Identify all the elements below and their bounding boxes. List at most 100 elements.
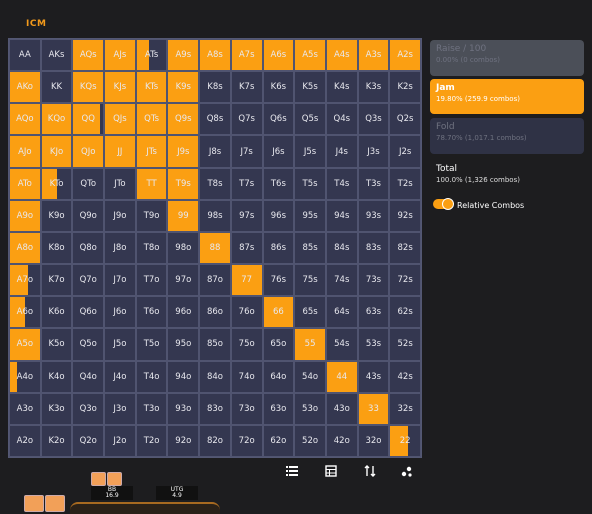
hand-cell[interactable]: KJs [104,71,136,104]
hand-cell[interactable]: 99 [167,199,200,232]
hand-cell[interactable]: 63o [262,392,295,425]
hand-cell[interactable]: 65s [294,296,326,329]
hand-cell[interactable]: ATs [135,39,168,72]
scatter-icon[interactable] [400,465,414,479]
seat-utg[interactable]: UTG 4.9 [156,486,198,500]
hand-cell[interactable]: A4o [9,360,41,393]
hand-cell[interactable]: 52o [294,424,326,457]
hand-cell[interactable]: J9o [104,199,136,232]
hand-cell[interactable]: 92o [167,424,200,457]
hand-cell[interactable]: 77 [230,264,263,297]
hand-cell[interactable]: 73o [230,392,263,425]
icm-tab[interactable]: ICM [26,19,46,29]
hand-cell[interactable]: A6o [9,296,41,329]
hand-cell[interactable]: 95s [294,199,326,232]
hand-cell[interactable]: J8s [199,135,231,168]
list-icon[interactable] [285,465,299,479]
seat-bb[interactable]: BB 16.9 [91,486,133,500]
hand-cell[interactable]: 76o [230,296,263,329]
hand-cell[interactable]: 44 [325,360,358,393]
hand-cell[interactable]: T4s [325,167,358,200]
hand-cell[interactable]: 83s [357,231,390,265]
hand-cell[interactable]: 73s [357,264,390,297]
hand-cell[interactable]: K9s [167,71,200,104]
hand-cell[interactable]: Q9o [72,199,105,232]
hand-cell[interactable]: Q2o [72,424,105,457]
hand-cell[interactable]: 84o [199,360,231,393]
hand-cell[interactable]: 42o [325,424,358,457]
hand-cell[interactable]: QJo [72,135,105,168]
hand-cell[interactable]: Q3o [72,392,105,425]
hand-cell[interactable]: 82o [199,424,231,457]
hand-cell[interactable]: 87s [230,231,263,265]
hand-cell[interactable]: 32s [389,392,421,425]
hand-cell[interactable]: T5o [135,328,168,361]
hand-cell[interactable]: A3s [357,39,390,72]
hand-cell[interactable]: Q3s [357,103,390,136]
hand-cell[interactable]: T7s [230,167,263,200]
hand-cell[interactable]: T3s [357,167,390,200]
hand-cell[interactable]: J4o [104,360,136,393]
hand-cell[interactable]: 92s [389,199,421,232]
hand-cell[interactable]: 53s [357,328,390,361]
hand-range-grid[interactable]: AA AKs AQs AJs ATs A9s A8s A7s A6s A5s A4s A3s A2s AK… [8,38,422,458]
sort-icon[interactable] [363,465,377,479]
hand-cell[interactable]: T4o [135,360,168,393]
hand-cell[interactable]: A7o [9,264,41,297]
hand-cell[interactable]: 55 [294,328,326,361]
hand-cell[interactable]: 66 [262,296,295,329]
hand-cell[interactable]: 62s [389,296,421,329]
hand-cell[interactable]: K4s [325,71,358,104]
hand-cell[interactable]: K5s [294,71,326,104]
hand-cell[interactable]: K3o [40,392,73,425]
hand-cell[interactable]: 64o [262,360,295,393]
hand-cell[interactable]: J5s [294,135,326,168]
hand-cell[interactable]: J9s [167,135,200,168]
hand-cell[interactable]: 33 [357,392,390,425]
hand-cell[interactable]: K7o [40,264,73,297]
hand-cell[interactable]: K7s [230,71,263,104]
hand-cell[interactable]: J5o [104,328,136,361]
hand-cell[interactable]: J8o [104,231,136,265]
hand-cell[interactable]: QQ [72,103,105,136]
hand-cell[interactable]: 94s [325,199,358,232]
hand-cell[interactable]: 93o [167,392,200,425]
hand-cell[interactable]: J4s [325,135,358,168]
hand-cell[interactable]: 75s [294,264,326,297]
hand-cell[interactable]: K2s [389,71,421,104]
hand-cell[interactable]: 74s [325,264,358,297]
hand-cell[interactable]: A6s [262,39,295,72]
hand-cell[interactable]: J2s [389,135,421,168]
hand-cell[interactable]: J6o [104,296,136,329]
hand-cell[interactable]: 53o [294,392,326,425]
hand-cell[interactable]: Q2s [389,103,421,136]
hand-cell[interactable]: 96s [262,199,295,232]
hand-cell[interactable]: K8s [199,71,231,104]
hand-cell[interactable]: 97o [167,264,200,297]
hand-cell[interactable]: J7s [230,135,263,168]
hand-cell[interactable]: 43o [325,392,358,425]
hand-cell[interactable]: Q6o [72,296,105,329]
hand-cell[interactable]: K6o [40,296,73,329]
hand-cell[interactable]: 52s [389,328,421,361]
hand-cell[interactable]: AKo [9,71,41,104]
hand-cell[interactable]: A8s [199,39,231,72]
hand-cell[interactable]: 86o [199,296,231,329]
hand-cell[interactable]: K3s [357,71,390,104]
relative-combos-toggle[interactable] [433,198,454,210]
hand-cell[interactable]: 88 [199,231,231,265]
hand-cell[interactable]: AQo [9,103,41,136]
hand-cell[interactable]: AJs [104,39,136,72]
hand-cell[interactable]: Q7s [230,103,263,136]
hand-cell[interactable]: 54o [294,360,326,393]
hand-cell[interactable]: KQo [40,103,73,136]
hand-cell[interactable]: QTo [72,167,105,200]
hand-cell[interactable]: T9s [167,167,200,200]
hand-cell[interactable]: Q5o [72,328,105,361]
hand-cell[interactable]: K8o [40,231,73,265]
hand-cell[interactable]: T7o [135,264,168,297]
hand-cell[interactable]: A2o [9,424,41,457]
hand-cell[interactable]: 32o [357,424,390,457]
hand-cell[interactable]: QJs [104,103,136,136]
hand-cell[interactable]: 82s [389,231,421,265]
